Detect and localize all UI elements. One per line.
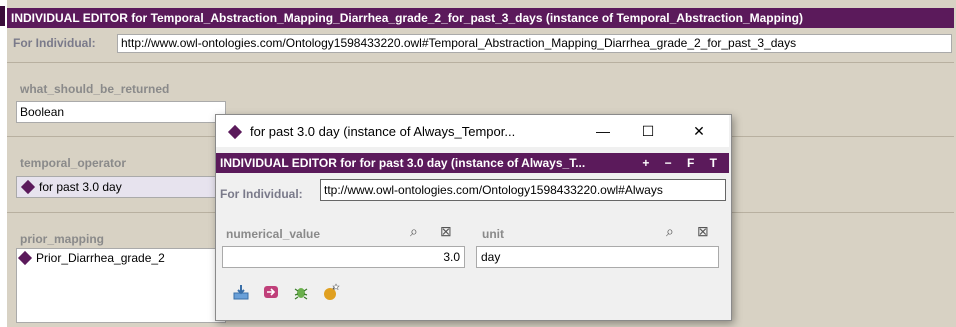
import-icon[interactable] <box>232 283 250 301</box>
instance-dialog: for past 3.0 day (instance of Always_Tem… <box>215 114 732 321</box>
left-edge <box>0 0 7 327</box>
for-individual-label: For Individual: <box>13 36 96 50</box>
edge-marker <box>0 6 5 26</box>
for-individual-row: For Individual: http://www.owl-ontologie… <box>7 30 954 56</box>
instance-diamond-icon <box>227 124 243 140</box>
temporal-operator-value: for past 3.0 day <box>39 180 122 194</box>
search-icon[interactable]: ⌕ <box>410 223 418 240</box>
bomb-icon[interactable] <box>322 283 340 301</box>
numerical-value-field[interactable]: 3.0 <box>222 246 465 268</box>
prior-mapping-item: Prior_Diarrhea_grade_2 <box>36 251 165 265</box>
what-should-be-returned-field[interactable]: Boolean <box>16 101 226 123</box>
arrow-right-icon[interactable] <box>262 283 280 301</box>
remove-value-icon[interactable]: ⊠ <box>440 223 452 240</box>
instance-diamond-icon <box>20 179 36 194</box>
minimize-button[interactable]: — <box>583 119 623 143</box>
bug-icon[interactable] <box>292 283 310 301</box>
numerical-value-label: numerical_value <box>226 227 321 241</box>
dialog-for-individual-label: For Individual: <box>220 187 303 201</box>
list-item[interactable]: Prior_Diarrhea_grade_2 <box>17 249 225 269</box>
for-individual-field[interactable]: http://www.owl-ontologies.com/Ontology15… <box>117 34 952 53</box>
prior-mapping-list[interactable]: Prior_Diarrhea_grade_2 <box>16 248 226 323</box>
search-icon[interactable]: ⌕ <box>666 223 674 240</box>
unit-label: unit <box>482 227 504 241</box>
what-should-be-returned-label: what_should_be_returned <box>20 82 170 96</box>
dialog-for-individual-field[interactable]: ttp://www.owl-ontologies.com/Ontology159… <box>320 179 726 201</box>
dialog-titlebar[interactable]: for past 3.0 day (instance of Always_Tem… <box>216 115 729 147</box>
temporal-operator-label: temporal_operator <box>20 156 127 170</box>
remove-value-icon[interactable]: ⊠ <box>697 223 709 240</box>
temporal-operator-field[interactable]: for past 3.0 day <box>16 176 226 198</box>
divider <box>7 62 954 63</box>
maximize-button[interactable]: ☐ <box>628 119 668 143</box>
prior-mapping-label: prior_mapping <box>20 232 105 246</box>
close-button[interactable]: ✕ <box>679 119 719 143</box>
unit-field[interactable]: day <box>476 246 719 268</box>
dialog-editor-header: INDIVIDUAL EDITOR for for past 3.0 day (… <box>216 153 729 173</box>
editor-title-bar: INDIVIDUAL EDITOR for Temporal_Abstracti… <box>7 8 954 28</box>
dialog-window-title: for past 3.0 day (instance of Always_Tem… <box>250 124 516 139</box>
dialog-editor-title: INDIVIDUAL EDITOR for for past 3.0 day (… <box>220 156 586 170</box>
instance-diamond-icon <box>17 250 33 265</box>
header-action-buttons[interactable]: + − F T <box>642 153 723 173</box>
